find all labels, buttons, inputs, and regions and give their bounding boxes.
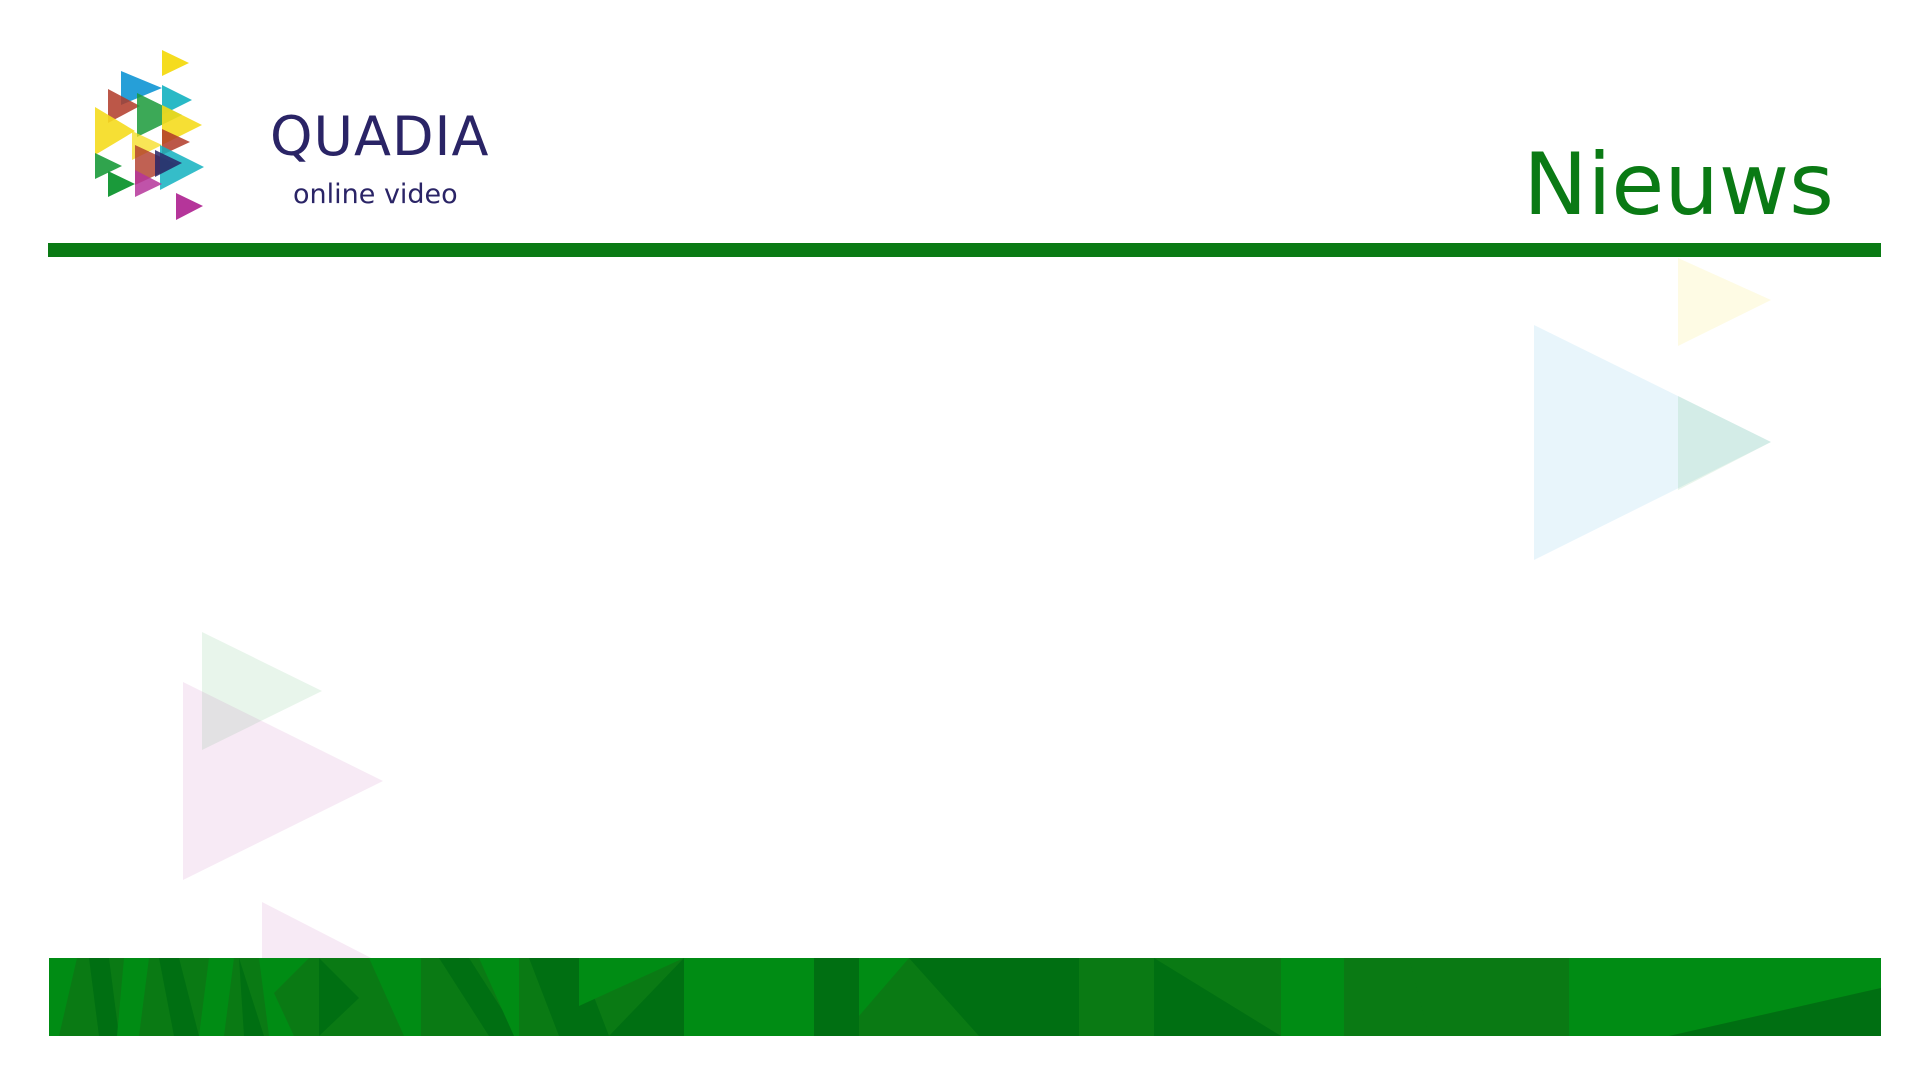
quadia-logo-mark-icon (95, 50, 204, 220)
quadia-logo: QUADIA online video (90, 45, 490, 225)
brand-tagline: online video (293, 179, 458, 210)
page-title: Nieuws (1523, 135, 1834, 235)
footer-band (49, 958, 1881, 1036)
header-divider (48, 243, 1881, 257)
slide: QUADIA online video Nieuws (0, 0, 1920, 1080)
brand-name: QUADIA (270, 105, 490, 168)
